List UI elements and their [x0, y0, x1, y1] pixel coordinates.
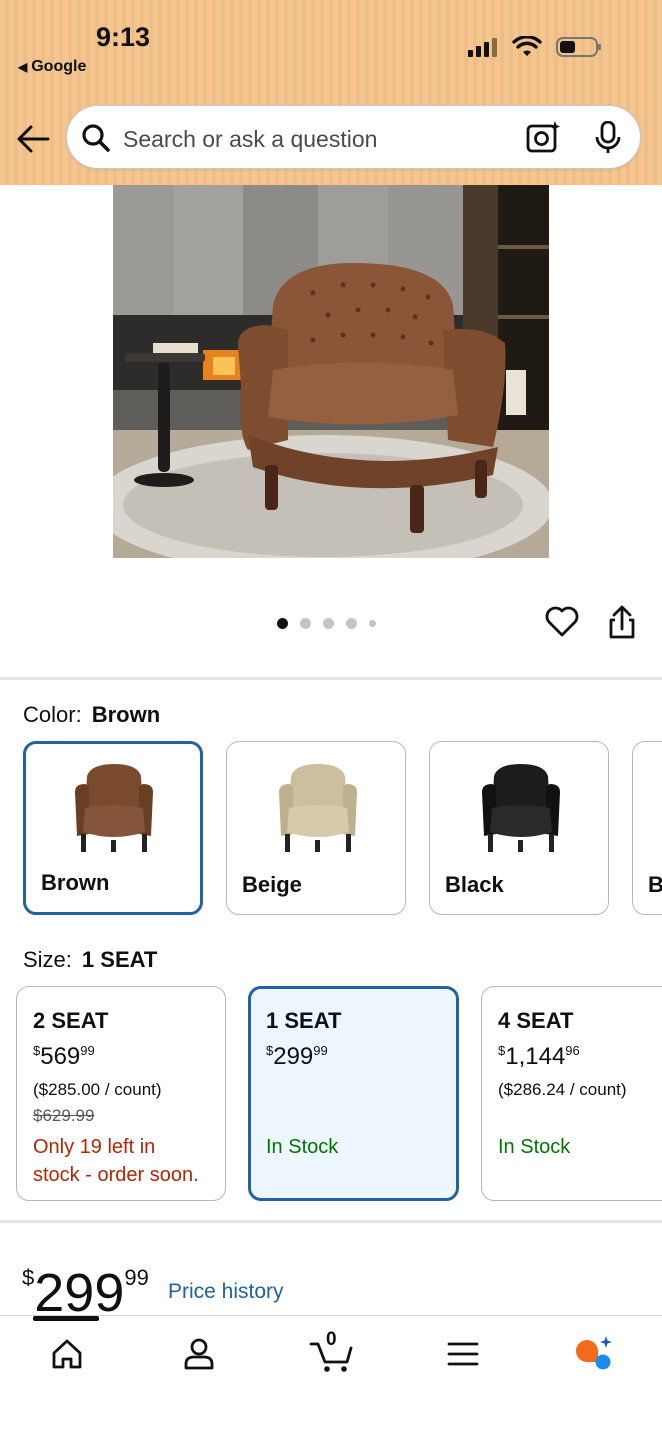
- menu-icon[interactable]: [443, 1334, 483, 1374]
- account-icon[interactable]: [179, 1334, 219, 1374]
- color-option-label: Black: [445, 872, 504, 897]
- carousel-dot[interactable]: [300, 618, 311, 629]
- product-image[interactable]: [113, 185, 549, 558]
- home-icon[interactable]: [47, 1334, 87, 1374]
- chair-thumbnail-beige: [279, 764, 357, 852]
- back-to-app-link[interactable]: ◀ Google: [18, 58, 86, 76]
- color-option-label: B: [648, 872, 662, 898]
- size-label: Size: 1 SEAT: [23, 947, 157, 973]
- carousel-dot[interactable]: [346, 618, 357, 629]
- image-carousel-dots[interactable]: [277, 618, 376, 629]
- color-option-label: Beige: [242, 872, 302, 897]
- back-arrow-icon[interactable]: [16, 124, 50, 154]
- carousel-dot[interactable]: [369, 620, 376, 627]
- product-price: $29999: [22, 1263, 149, 1323]
- size-option-4-seat[interactable]: 4 SEAT $1,14496 ($286.24 / count) In Sto…: [481, 986, 662, 1201]
- active-tab-indicator: [33, 1316, 99, 1321]
- unit-price: ($285.00 / count): [33, 1080, 162, 1099]
- chair-thumbnail-black: [482, 764, 560, 852]
- color-option-brown[interactable]: Brown: [23, 741, 203, 915]
- signal-icon: [468, 38, 497, 57]
- color-option-beige[interactable]: Beige: [226, 741, 406, 915]
- camera-search-icon[interactable]: [525, 120, 561, 154]
- low-stock-text: Only 19 left in stock - order soon.: [33, 1136, 199, 1186]
- heart-icon[interactable]: [545, 606, 579, 638]
- in-stock-text: In Stock: [498, 1136, 571, 1158]
- size-option-price: $1,14496: [498, 1043, 580, 1070]
- size-option-title: 1 SEAT: [266, 1008, 342, 1033]
- chair-thumbnail-brown: [75, 764, 153, 852]
- cart-count: 0: [326, 1329, 337, 1350]
- status-icons: [468, 36, 602, 58]
- rufus-icon[interactable]: [573, 1334, 613, 1374]
- search-bar[interactable]: Search or ask a question: [67, 106, 640, 168]
- carousel-dot[interactable]: [323, 618, 334, 629]
- search-icon: [82, 124, 110, 152]
- unit-price: ($286.24 / count): [498, 1080, 627, 1099]
- carousel-dot[interactable]: [277, 618, 288, 629]
- section-divider: [0, 1220, 662, 1223]
- size-option-price: $29999: [266, 1043, 328, 1070]
- section-divider: [0, 677, 662, 680]
- color-option-partial[interactable]: B: [632, 741, 662, 915]
- color-label: Color: Brown: [23, 702, 160, 728]
- color-label-text: Color:: [23, 702, 82, 727]
- share-icon[interactable]: [606, 605, 638, 641]
- app-header: 9:13 ◀ Google Search or ask a question: [0, 0, 662, 185]
- product-photo: [113, 185, 549, 558]
- back-app-label: Google: [31, 58, 87, 75]
- status-time: 9:13: [96, 22, 151, 52]
- size-label-text: Size:: [23, 947, 72, 972]
- selected-size: 1 SEAT: [81, 947, 158, 972]
- list-price: $629.99: [33, 1106, 95, 1125]
- color-option-black[interactable]: Black: [429, 741, 609, 915]
- size-option-title: 2 SEAT: [33, 1008, 109, 1033]
- back-triangle-icon: ◀: [18, 60, 28, 74]
- size-option-1-seat[interactable]: 1 SEAT $29999 In Stock: [248, 986, 459, 1201]
- microphone-icon[interactable]: [595, 121, 621, 155]
- size-option-price: $56999: [33, 1043, 95, 1070]
- color-option-label: Brown: [41, 870, 110, 895]
- price-history-link[interactable]: Price history: [168, 1280, 284, 1304]
- wifi-icon: [512, 36, 542, 56]
- size-option-2-seat[interactable]: 2 SEAT $56999 ($285.00 / count) $629.99 …: [16, 986, 226, 1201]
- size-option-title: 4 SEAT: [498, 1008, 574, 1033]
- selected-color: Brown: [91, 702, 161, 727]
- battery-icon: [556, 37, 601, 57]
- search-input[interactable]: Search or ask a question: [123, 126, 377, 153]
- in-stock-text: In Stock: [266, 1136, 339, 1158]
